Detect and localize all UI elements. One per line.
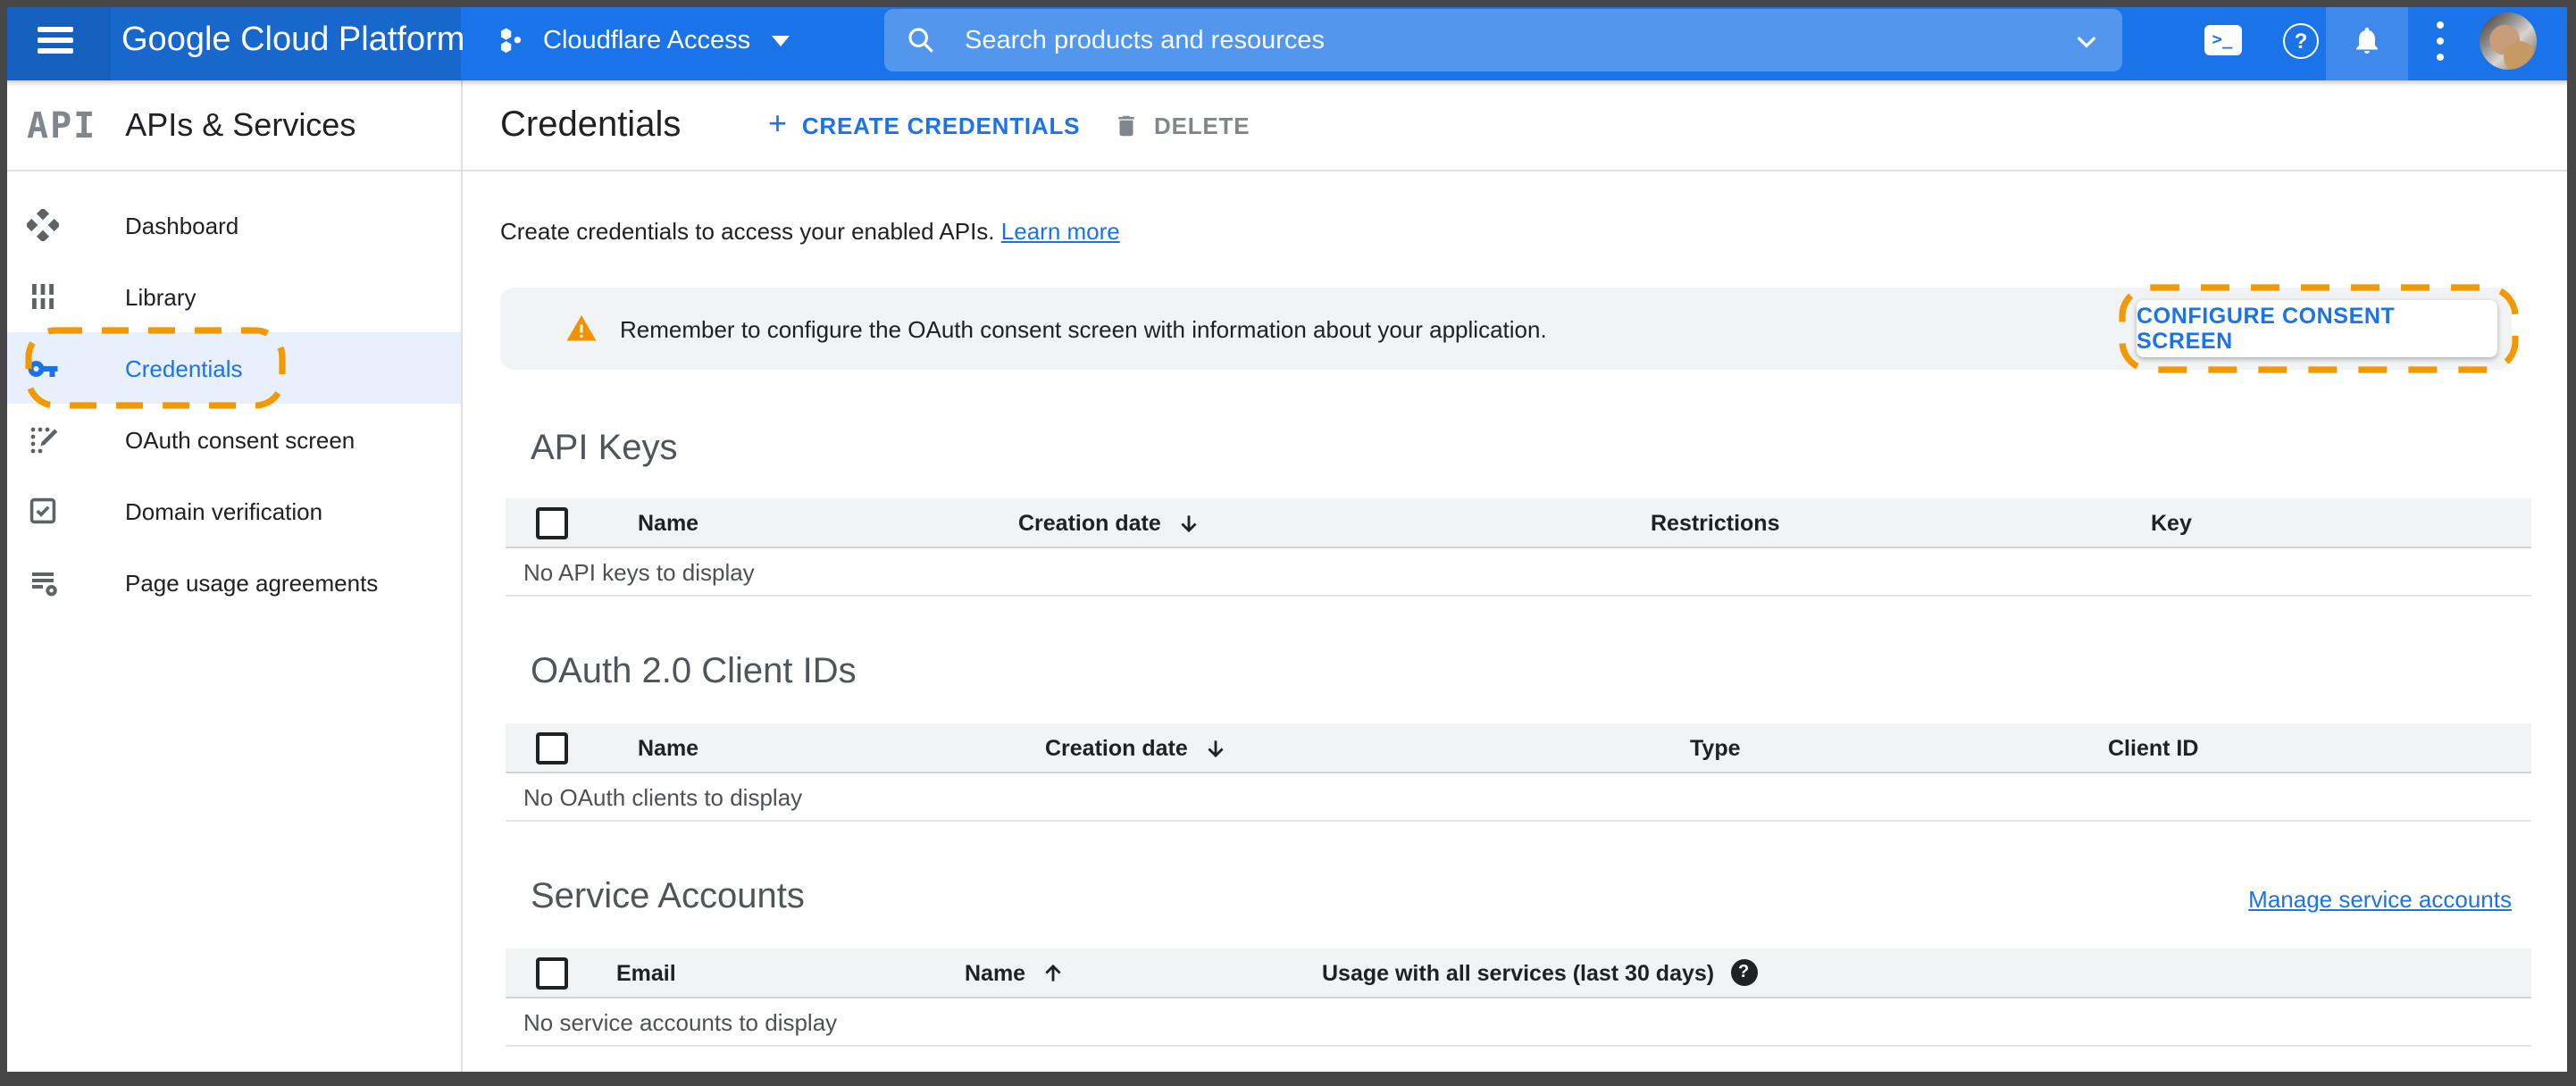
column-usage[interactable]: Usage with all services (last 30 days) ? bbox=[1322, 959, 2531, 986]
create-credentials-button[interactable]: + CREATE CREDENTIALS bbox=[768, 80, 1080, 170]
sidebar-item-oauth-consent-screen[interactable]: OAuth consent screen bbox=[0, 404, 461, 475]
intro-sentence: Create credentials to access your enable… bbox=[500, 218, 995, 245]
project-switcher[interactable]: Cloudflare Access bbox=[497, 0, 790, 80]
cloud-shell-button[interactable]: >_ bbox=[2183, 0, 2262, 80]
configure-consent-screen-button[interactable]: CONFIGURE CONSENT SCREEN bbox=[2137, 300, 2497, 357]
main-menu-button[interactable] bbox=[0, 0, 111, 80]
sidebar-item-label: Page usage agreements bbox=[125, 569, 379, 596]
bell-icon bbox=[2356, 27, 2378, 54]
api-keys-title: API Keys bbox=[531, 429, 678, 468]
service-accounts-title: Service Accounts bbox=[531, 877, 805, 916]
oauth-clients-header-row: Name Creation date Type Client ID bbox=[506, 723, 2531, 773]
column-creation-date[interactable]: Creation date bbox=[1018, 510, 1651, 535]
consent-warning-banner: Remember to configure the OAuth consent … bbox=[500, 284, 2519, 373]
domain-verification-icon bbox=[27, 495, 59, 527]
dashboard-icon bbox=[27, 209, 59, 241]
column-type[interactable]: Type bbox=[1690, 735, 2108, 760]
cloud-shell-icon: >_ bbox=[2204, 25, 2241, 55]
sidebar-item-dashboard[interactable]: Dashboard bbox=[0, 189, 461, 261]
help-icon: ? bbox=[2283, 22, 2319, 58]
api-keys-table: Name Creation date Restrictions Key No A… bbox=[506, 498, 2531, 597]
product-logo[interactable]: Google Cloud Platform bbox=[121, 0, 464, 80]
account-avatar[interactable] bbox=[2480, 12, 2537, 69]
column-restrictions[interactable]: Restrictions bbox=[1651, 510, 2151, 535]
banner-message: Remember to configure the OAuth consent … bbox=[620, 315, 1547, 342]
oauth-clients-empty-row: No OAuth clients to display bbox=[506, 773, 2531, 822]
sidebar-item-library[interactable]: Library bbox=[0, 261, 461, 332]
manage-service-accounts-link[interactable]: Manage service accounts bbox=[2248, 886, 2512, 913]
column-name[interactable]: Name bbox=[965, 960, 1322, 985]
api-logo: API bbox=[27, 104, 97, 146]
library-icon bbox=[27, 280, 59, 313]
main-content: Create credentials to access your enable… bbox=[463, 171, 2576, 1086]
column-client-id[interactable]: Client ID bbox=[2108, 735, 2531, 760]
column-email[interactable]: Email bbox=[607, 960, 965, 985]
delete-button[interactable]: DELETE bbox=[1113, 80, 1250, 170]
gcp-console-window: Google Cloud Platform Cloudflare Access … bbox=[0, 0, 2576, 1086]
create-credentials-label: CREATE CREDENTIALS bbox=[801, 112, 1081, 138]
search-input[interactable] bbox=[961, 24, 2072, 56]
intro-text: Create credentials to access your enable… bbox=[500, 218, 1120, 245]
usage-help-icon[interactable]: ? bbox=[1730, 959, 1758, 986]
select-all-checkbox[interactable] bbox=[536, 731, 568, 764]
page-title: Credentials bbox=[500, 104, 682, 144]
sidebar-item-label: Library bbox=[125, 283, 197, 310]
oauth-clients-table: Name Creation date Type Client ID No OAu… bbox=[506, 723, 2531, 822]
service-accounts-empty-row: No service accounts to display bbox=[506, 998, 2531, 1047]
project-hexagons-icon bbox=[500, 28, 522, 54]
column-name[interactable]: Name bbox=[607, 510, 1018, 535]
select-all-checkbox[interactable] bbox=[536, 506, 568, 539]
column-creation-date[interactable]: Creation date bbox=[1045, 735, 1690, 760]
oauth-clients-title: OAuth 2.0 Client IDs bbox=[531, 652, 857, 691]
select-all-checkbox[interactable] bbox=[536, 957, 568, 989]
trash-icon bbox=[1118, 114, 1134, 136]
column-key[interactable]: Key bbox=[2151, 510, 2531, 535]
learn-more-link[interactable]: Learn more bbox=[1001, 218, 1120, 245]
sidebar-item-label: OAuth consent screen bbox=[125, 426, 355, 453]
search-bar[interactable] bbox=[884, 9, 2122, 71]
sidebar-section-title: APIs & Services bbox=[125, 106, 356, 142]
notifications-button[interactable] bbox=[2328, 0, 2406, 80]
sidebar-nav: Dashboard Library Credentials OAuth cons… bbox=[0, 189, 461, 618]
search-expand-chevron-icon[interactable] bbox=[2072, 26, 2101, 54]
project-name: Cloudflare Access bbox=[543, 26, 751, 54]
sidebar-item-label: Dashboard bbox=[125, 212, 239, 238]
page-usage-agreements-icon bbox=[27, 566, 59, 598]
service-accounts-header-row: Email Name Usage with all services (last… bbox=[506, 948, 2531, 998]
service-accounts-table: Email Name Usage with all services (last… bbox=[506, 948, 2531, 1047]
hamburger-icon bbox=[38, 21, 73, 60]
page-header: Credentials + CREATE CREDENTIALS DELETE bbox=[463, 80, 2576, 170]
search-icon bbox=[908, 28, 933, 53]
api-keys-empty-row: No API keys to display bbox=[506, 548, 2531, 597]
sidebar-item-credentials[interactable]: Credentials bbox=[0, 332, 461, 404]
key-icon bbox=[27, 352, 59, 384]
sidebar-item-domain-verification[interactable]: Domain verification bbox=[0, 475, 461, 547]
api-keys-header-row: Name Creation date Restrictions Key bbox=[506, 498, 2531, 548]
sort-descending-icon bbox=[1204, 735, 1227, 760]
sort-descending-icon bbox=[1177, 510, 1200, 535]
more-options-button[interactable] bbox=[2401, 0, 2480, 80]
sort-ascending-icon bbox=[1041, 960, 1065, 985]
oauth-consent-icon bbox=[27, 423, 59, 455]
project-dropdown-icon bbox=[772, 35, 790, 46]
plus-icon: + bbox=[768, 104, 788, 140]
sidebar-item-label: Credentials bbox=[125, 355, 243, 381]
top-app-bar: Google Cloud Platform Cloudflare Access … bbox=[0, 0, 2576, 80]
column-name[interactable]: Name bbox=[607, 735, 1045, 760]
sidebar: API APIs & Services Dashboard Library Cr… bbox=[0, 80, 461, 1086]
delete-label: DELETE bbox=[1154, 112, 1250, 138]
sidebar-item-page-usage-agreements[interactable]: Page usage agreements bbox=[0, 547, 461, 618]
warning-icon bbox=[566, 315, 597, 341]
sidebar-item-label: Domain verification bbox=[125, 497, 323, 524]
sidebar-header: API APIs & Services bbox=[0, 80, 461, 170]
